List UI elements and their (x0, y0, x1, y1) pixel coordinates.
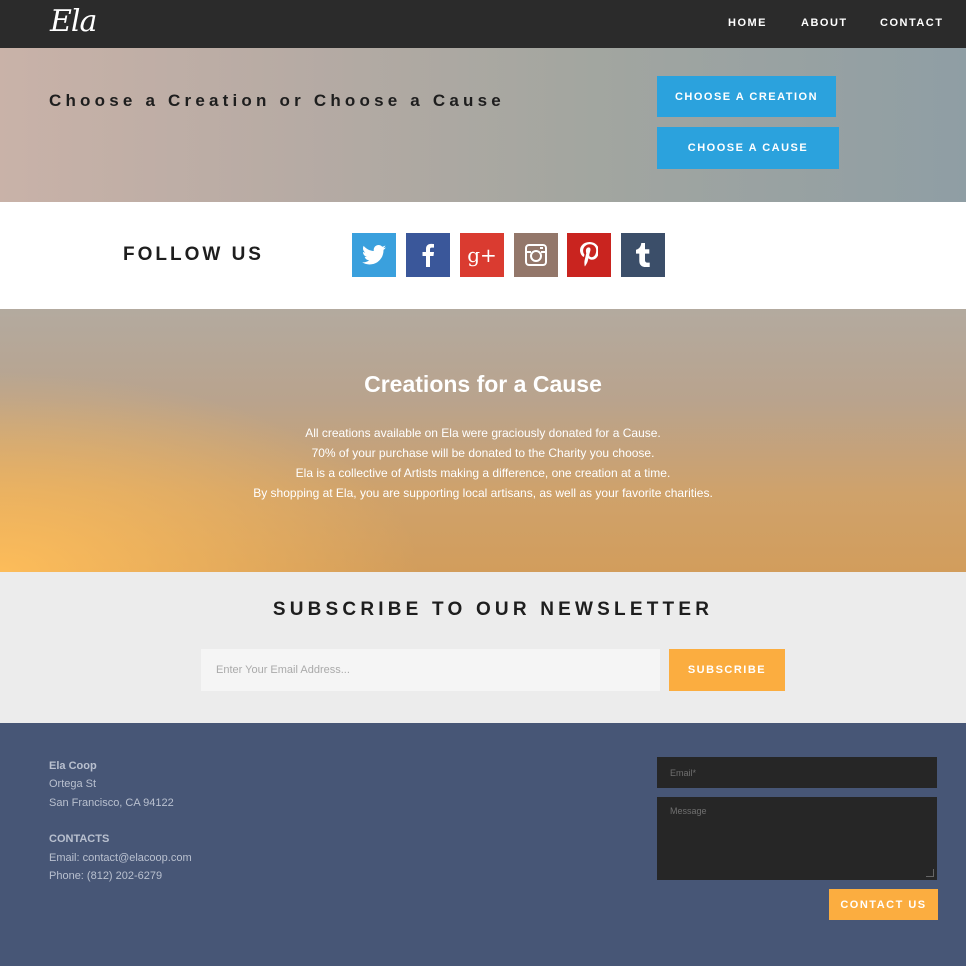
contact-email: Email: contact@elacoop.com (49, 852, 192, 864)
footer-email-field[interactable] (657, 757, 937, 788)
twitter-icon[interactable] (352, 233, 396, 277)
choose-cause-button[interactable]: CHOOSE A CAUSE (657, 127, 839, 169)
address-street: Ortega St (49, 778, 97, 790)
cause-section: Creations for a Cause All creations avai… (0, 309, 966, 572)
contact-us-button[interactable]: CONTACT US (829, 889, 938, 920)
choose-creation-button[interactable]: CHOOSE A CREATION (657, 76, 836, 117)
footer: Ela Coop Ortega St San Francisco, CA 941… (0, 723, 966, 966)
tumblr-icon[interactable] (621, 233, 665, 277)
newsletter-title: SUBSCRIBE TO OUR NEWSLETTER (272, 599, 714, 620)
newsletter-section: SUBSCRIBE TO OUR NEWSLETTER SUBSCRIBE (0, 572, 966, 723)
contacts-heading: CONTACTS (49, 833, 110, 845)
company-name: Ela Coop (49, 760, 97, 772)
facebook-icon[interactable] (406, 233, 450, 277)
newsletter-email-input[interactable] (201, 649, 660, 691)
footer-message-field[interactable] (657, 797, 937, 880)
cause-line: Ela is a collective of Artists making a … (295, 466, 671, 480)
nav-contact[interactable]: CONTACT (880, 17, 943, 29)
pinterest-icon[interactable] (567, 233, 611, 277)
follow-section: FOLLOW US g+ (0, 202, 966, 309)
cause-line: 70% of your purchase will be donated to … (311, 446, 655, 460)
address-city: San Francisco, CA 94122 (49, 797, 174, 809)
subscribe-button[interactable]: SUBSCRIBE (669, 649, 785, 691)
logo[interactable]: Ela (50, 4, 97, 39)
google-plus-icon[interactable]: g+ (460, 233, 504, 277)
instagram-icon[interactable] (514, 233, 558, 277)
contact-phone: Phone: (812) 202-6279 (49, 870, 163, 882)
hero-title: Choose a Creation or Choose a Cause (49, 91, 505, 110)
nav-about[interactable]: ABOUT (801, 17, 848, 29)
nav-home[interactable]: HOME (728, 17, 767, 29)
cause-line: By shopping at Ela, you are supporting l… (253, 486, 713, 500)
follow-title: FOLLOW US (123, 244, 264, 265)
hero-section: Choose a Creation or Choose a Cause CHOO… (0, 48, 966, 202)
cause-title: Creations for a Cause (364, 371, 602, 397)
top-navbar: Ela HOME ABOUT CONTACT (0, 0, 966, 48)
cause-line: All creations available on Ela were grac… (305, 426, 661, 440)
